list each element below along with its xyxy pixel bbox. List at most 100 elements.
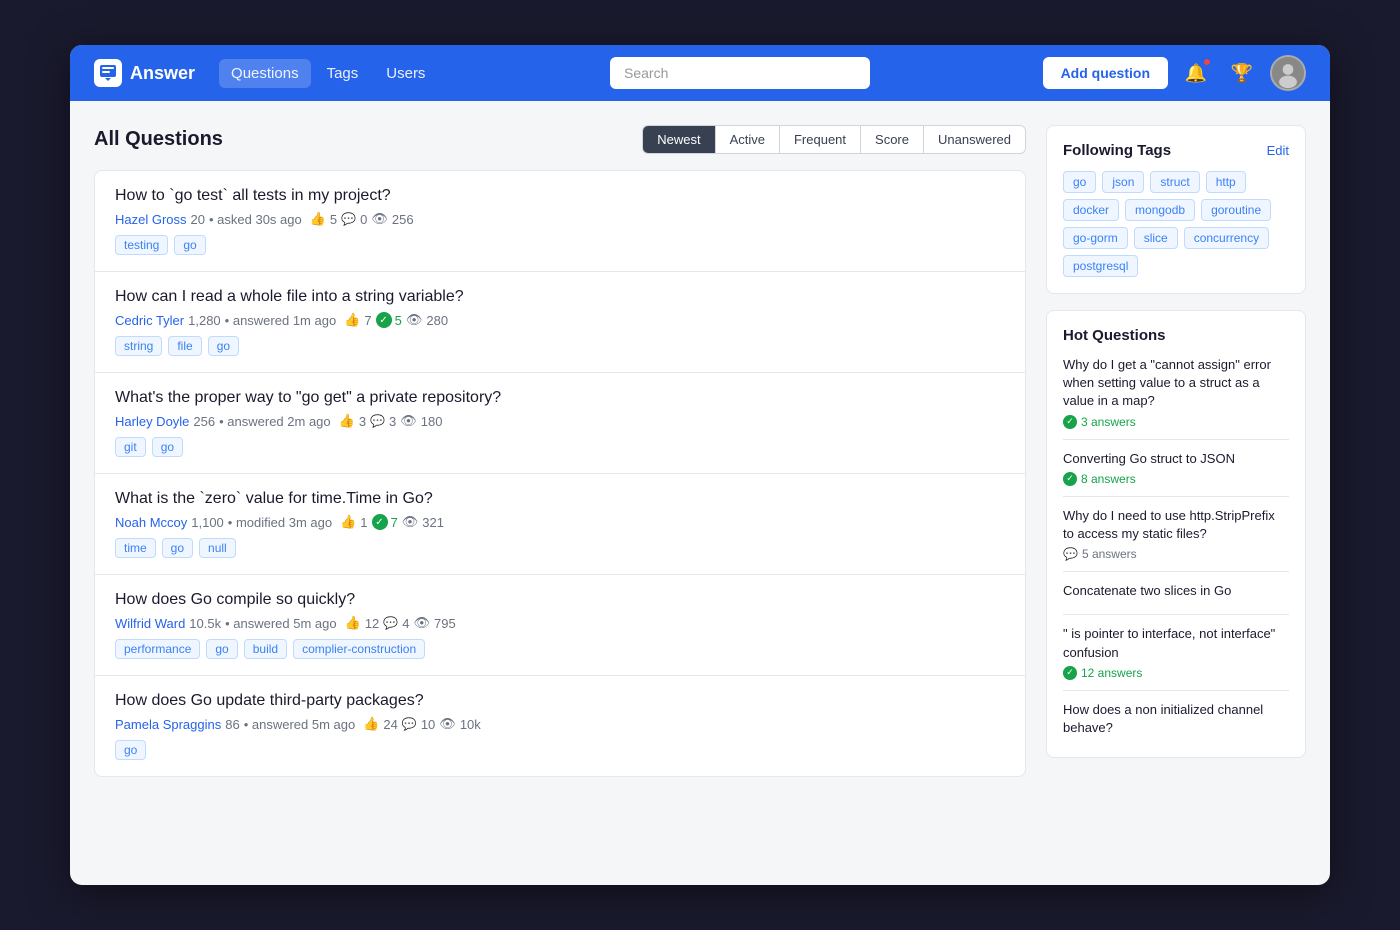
following-tag[interactable]: mongodb: [1125, 199, 1195, 221]
tag[interactable]: go: [206, 639, 237, 659]
hot-question-item: " is pointer to interface, not interface…: [1063, 615, 1289, 690]
question-author[interactable]: Noah Mccoy: [115, 515, 187, 530]
question-title[interactable]: How does Go compile so quickly?: [115, 591, 1005, 609]
tag[interactable]: go: [152, 437, 183, 457]
like-count: 24: [383, 717, 397, 732]
tag[interactable]: go: [174, 235, 205, 255]
following-tag[interactable]: go: [1063, 171, 1096, 193]
logo[interactable]: Answer: [94, 59, 195, 87]
question-author[interactable]: Cedric Tyler: [115, 313, 184, 328]
hot-answer-label: 5 answers: [1082, 547, 1137, 561]
avatar[interactable]: [1270, 55, 1306, 91]
check-circle-icon: ✓: [1063, 415, 1077, 429]
hot-questions-list: Why do I get a "cannot assign" error whe…: [1063, 356, 1289, 737]
nav-tags[interactable]: Tags: [315, 59, 371, 88]
question-title[interactable]: What's the proper way to "go get" a priv…: [115, 389, 1005, 407]
main-content: All Questions Newest Active Frequent Sco…: [70, 101, 1330, 801]
hot-question-title[interactable]: Concatenate two slices in Go: [1063, 582, 1289, 600]
view-count: 321: [422, 515, 444, 530]
following-tag[interactable]: struct: [1150, 171, 1199, 193]
tag[interactable]: go: [115, 740, 146, 760]
meta-separator: • answered 2m ago: [219, 414, 331, 429]
search-input[interactable]: [610, 57, 870, 89]
hot-question-item: How does a non initialized channel behav…: [1063, 691, 1289, 737]
tag[interactable]: null: [199, 538, 236, 558]
logo-label: Answer: [130, 63, 195, 84]
author-score: 86: [225, 717, 239, 732]
tab-score[interactable]: Score: [861, 126, 924, 153]
question-author[interactable]: Harley Doyle: [115, 414, 189, 429]
tag[interactable]: git: [115, 437, 146, 457]
question-item: How to `go test` all tests in my project…: [95, 171, 1025, 272]
following-tag[interactable]: slice: [1134, 227, 1178, 249]
answer-count: ✓ 5: [376, 312, 402, 328]
tag[interactable]: complier-construction: [293, 639, 425, 659]
tag[interactable]: time: [115, 538, 156, 558]
hot-question-title[interactable]: " is pointer to interface, not interface…: [1063, 625, 1289, 661]
following-tag[interactable]: json: [1102, 171, 1144, 193]
following-tags-header: Following Tags Edit: [1063, 142, 1289, 159]
following-tags-list: gojson struct http docker mongodb goroutine go…: [1063, 171, 1289, 277]
hot-question-title[interactable]: Why do I get a "cannot assign" error whe…: [1063, 356, 1289, 411]
question-author[interactable]: Hazel Gross: [115, 212, 187, 227]
following-tag[interactable]: go-gorm: [1063, 227, 1128, 249]
tab-newest[interactable]: Newest: [643, 126, 715, 153]
tag[interactable]: testing: [115, 235, 168, 255]
comment-icon: 💬: [1063, 547, 1078, 561]
hot-question-item: Why do I need to use http.StripPrefix to…: [1063, 497, 1289, 572]
like-count: 7: [364, 313, 371, 328]
notifications-button[interactable]: 🔔: [1178, 55, 1214, 91]
tag[interactable]: build: [244, 639, 287, 659]
following-tag[interactable]: postgresql: [1063, 255, 1138, 277]
question-tags: testing go: [115, 235, 1005, 255]
nav-questions[interactable]: Questions: [219, 59, 311, 88]
tab-active[interactable]: Active: [716, 126, 780, 153]
question-title[interactable]: How does Go update third-party packages?: [115, 692, 1005, 710]
following-tag[interactable]: goroutine: [1201, 199, 1271, 221]
meta-separator: • asked 30s ago: [209, 212, 302, 227]
meta-separator: • answered 1m ago: [225, 313, 337, 328]
question-title[interactable]: What is the `zero` value for time.Time i…: [115, 490, 1005, 508]
author-score: 256: [193, 414, 215, 429]
nav-users[interactable]: Users: [374, 59, 437, 88]
question-item: How does Go update third-party packages?…: [95, 676, 1025, 776]
main-nav: Questions Tags Users: [219, 59, 437, 88]
following-tag[interactable]: docker: [1063, 199, 1119, 221]
tag[interactable]: file: [168, 336, 201, 356]
tag[interactable]: go: [162, 538, 193, 558]
question-title[interactable]: How can I read a whole file into a strin…: [115, 288, 1005, 306]
hot-question-item: Why do I get a "cannot assign" error whe…: [1063, 356, 1289, 440]
question-meta: Cedric Tyler 1,280 • answered 1m ago 👍 7…: [115, 312, 1005, 328]
hot-question-title[interactable]: How does a non initialized channel behav…: [1063, 701, 1289, 737]
following-tags-card: Following Tags Edit gojson struct http dock…: [1046, 125, 1306, 294]
question-meta: Harley Doyle 256 • answered 2m ago 👍 3 💬…: [115, 413, 1005, 429]
answered-check-icon: ✓: [372, 514, 388, 530]
spacer: 👍: [310, 211, 326, 227]
question-author[interactable]: Pamela Spraggins: [115, 717, 221, 732]
spacer: 👍: [363, 716, 379, 732]
edit-tags-link[interactable]: Edit: [1267, 143, 1289, 158]
author-score: 10.5k: [189, 616, 221, 631]
hot-questions-card: Hot Questions Why do I get a "cannot ass…: [1046, 310, 1306, 758]
add-question-button[interactable]: Add question: [1043, 57, 1168, 89]
eye-icon: 👁: [371, 211, 388, 227]
tag[interactable]: go: [208, 336, 239, 356]
question-title[interactable]: How to `go test` all tests in my project…: [115, 187, 1005, 205]
eye-icon: 👁: [402, 514, 419, 530]
following-tag[interactable]: http: [1206, 171, 1246, 193]
sidebar: Following Tags Edit gojson struct http dock…: [1046, 125, 1306, 777]
tab-unanswered[interactable]: Unanswered: [924, 126, 1025, 153]
question-author[interactable]: Wilfrid Ward: [115, 616, 185, 631]
hot-question-title[interactable]: Why do I need to use http.StripPrefix to…: [1063, 507, 1289, 543]
tag[interactable]: string: [115, 336, 162, 356]
tag[interactable]: performance: [115, 639, 200, 659]
hot-question-title[interactable]: Converting Go struct to JSON: [1063, 450, 1289, 468]
comment-count: 10: [421, 717, 435, 732]
meta-separator: • modified 3m ago: [228, 515, 332, 530]
trophy-button[interactable]: 🏆: [1224, 55, 1260, 91]
header-right: Add question 🔔 🏆: [1043, 55, 1306, 91]
hot-answer-count: 💬 5 answers: [1063, 547, 1289, 561]
following-tag[interactable]: concurrency: [1184, 227, 1269, 249]
tab-frequent[interactable]: Frequent: [780, 126, 861, 153]
answered-check-icon: ✓: [376, 312, 392, 328]
